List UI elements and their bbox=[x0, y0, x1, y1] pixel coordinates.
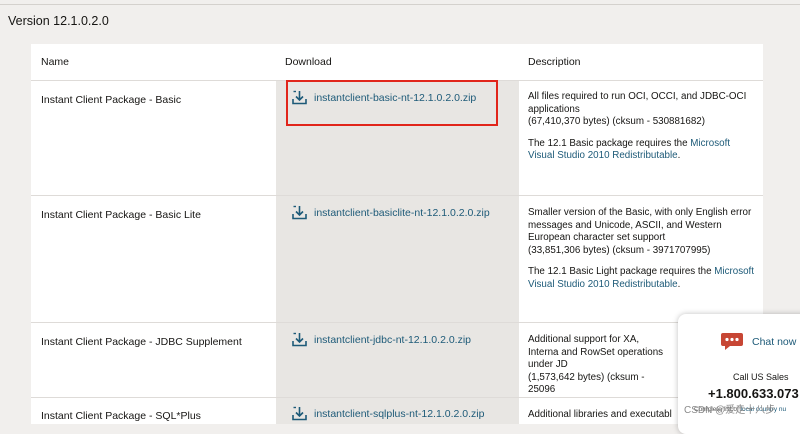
description-text: All files required to run OCI, OCCI, and… bbox=[528, 91, 747, 115]
package-description: Smaller version of the Basic, with only … bbox=[528, 207, 756, 301]
chat-now-button[interactable]: Chat now bbox=[720, 332, 796, 352]
download-cell: instantclient-sqlplus-nt-12.1.0.2.0.zip bbox=[291, 405, 484, 422]
download-icon[interactable] bbox=[291, 405, 308, 422]
csdn-watermark: CSDN @爱走十八步 bbox=[684, 405, 776, 416]
description-text: Additional libraries and executabl bbox=[528, 409, 672, 420]
chat-bubble-icon bbox=[720, 332, 744, 352]
size-checksum: (33,851,306 bytes) (cksum - 3971707995) bbox=[528, 244, 711, 256]
download-cell: instantclient-jdbc-nt-12.1.0.2.0.zip bbox=[291, 331, 471, 348]
highlight-box bbox=[286, 80, 498, 126]
requirement-text: The 12.1 Basic Light package requires th… bbox=[528, 266, 715, 278]
description-text: Smaller version of the Basic, with only … bbox=[528, 207, 752, 244]
version-heading: Version 12.1.0.2.0 bbox=[8, 14, 109, 28]
download-link-sqlplus[interactable]: instantclient-sqlplus-nt-12.1.0.2.0.zip bbox=[314, 408, 484, 420]
column-header-download: Download bbox=[285, 56, 332, 68]
sales-phone-number[interactable]: +1.800.633.073 bbox=[708, 386, 799, 401]
requirement-suffix: . bbox=[677, 278, 681, 290]
column-header-name: Name bbox=[41, 56, 70, 68]
size-checksum: (67,410,370 bytes) (cksum - 530881682) bbox=[528, 116, 705, 128]
table-header: Name Download Description bbox=[31, 44, 763, 81]
table-row: Instant Client Package - SQL*Plus instan… bbox=[31, 397, 763, 424]
description-text: Additional support for XA, Interna and R… bbox=[528, 334, 664, 371]
package-name: Instant Client Package - SQL*Plus bbox=[41, 410, 201, 422]
table-row: Instant Client Package - Basic Lite inst… bbox=[31, 195, 763, 323]
chat-widget: Chat now Call US Sales +1.800.633.073 Co… bbox=[678, 314, 800, 434]
download-icon[interactable] bbox=[291, 331, 308, 348]
package-name: Instant Client Package - Basic bbox=[41, 94, 182, 106]
download-link-basiclite[interactable]: instantclient-basiclite-nt-12.1.0.2.0.zi… bbox=[314, 207, 490, 219]
call-sales-label: Call US Sales bbox=[733, 372, 789, 382]
download-icon[interactable] bbox=[291, 204, 308, 221]
top-divider bbox=[0, 4, 800, 5]
chat-now-label: Chat now bbox=[752, 336, 797, 348]
download-cell: instantclient-basiclite-nt-12.1.0.2.0.zi… bbox=[291, 204, 490, 221]
column-header-description: Description bbox=[528, 56, 581, 68]
requirement-text: The 12.1 Basic package requires the bbox=[528, 137, 691, 149]
package-name: Instant Client Package - JDBC Supplement bbox=[41, 336, 242, 348]
download-link-jdbc[interactable]: instantclient-jdbc-nt-12.1.0.2.0.zip bbox=[314, 334, 471, 346]
size-checksum: (1,573,642 bytes) (cksum - 25096 bbox=[528, 371, 645, 396]
requirement-suffix: . bbox=[677, 150, 681, 162]
table-row: Instant Client Package - JDBC Supplement… bbox=[31, 322, 763, 398]
package-description: All files required to run OCI, OCCI, and… bbox=[528, 91, 756, 172]
package-description: Additional support for XA, Interna and R… bbox=[528, 334, 668, 406]
package-name: Instant Client Package - Basic Lite bbox=[41, 209, 201, 221]
